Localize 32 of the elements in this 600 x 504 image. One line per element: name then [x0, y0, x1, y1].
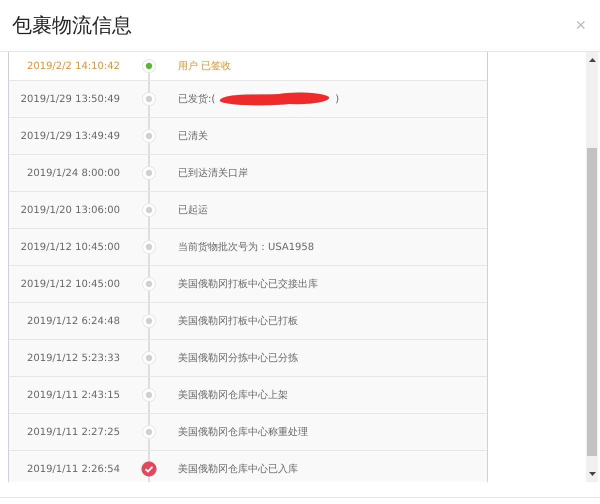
event-time: 2019/1/12 10:45:00 — [20, 278, 120, 290]
check-icon — [141, 461, 157, 477]
event-time: 2019/1/20 13:06:00 — [20, 204, 120, 216]
scrollbar[interactable] — [586, 52, 598, 482]
event-time: 2019/1/11 2:43:15 — [26, 390, 120, 400]
event-status: 已发货:( — [178, 93, 216, 106]
event-time: 2019/1/24 8:00:00 — [26, 168, 120, 178]
event-status: 已起运 — [178, 204, 208, 217]
scroll-up-icon[interactable] — [586, 56, 598, 64]
event-status: 美国俄勒冈仓库中心已入库 — [178, 462, 298, 476]
close-button[interactable]: × — [571, 15, 590, 36]
event-time: 2019/2/2 14:10:42 — [26, 60, 120, 72]
event-status: 已到达清关口岸 — [178, 166, 248, 180]
event-time: 2019/1/29 13:50:49 — [20, 94, 120, 104]
event-status: ) — [335, 94, 340, 104]
scroll-thumb[interactable] — [587, 148, 597, 456]
event-status: 美国俄勒冈分拣中心已分拣 — [178, 352, 298, 365]
event-time: 2019/1/11 2:27:25 — [26, 426, 120, 438]
event-status: 美国俄勒冈打板中心已打板 — [178, 314, 298, 328]
event-status: 美国俄勒冈仓库中心上架 — [178, 388, 288, 402]
event-time: 2019/1/11 2:26:54 — [26, 464, 120, 474]
event-time: 2019/1/12 6:24:48 — [26, 316, 120, 326]
event-time: 2019/1/12 5:23:33 — [26, 352, 120, 364]
event-status: 用户 已签收 — [178, 60, 232, 73]
event-status: 当前货物批次号为：USA1958 — [178, 240, 314, 254]
event-status: 已清关 — [178, 130, 208, 143]
event-status: 美国俄勒冈仓库中心称重处理 — [178, 426, 308, 439]
scroll-down-icon[interactable] — [586, 470, 598, 478]
dialog-title: 包裹物流信息 — [12, 12, 132, 39]
event-status: 美国俄勒冈打板中心已交接出库 — [178, 278, 318, 291]
event-time: 2019/1/12 10:45:00 — [20, 242, 120, 252]
event-time: 2019/1/29 13:49:49 — [20, 130, 120, 142]
